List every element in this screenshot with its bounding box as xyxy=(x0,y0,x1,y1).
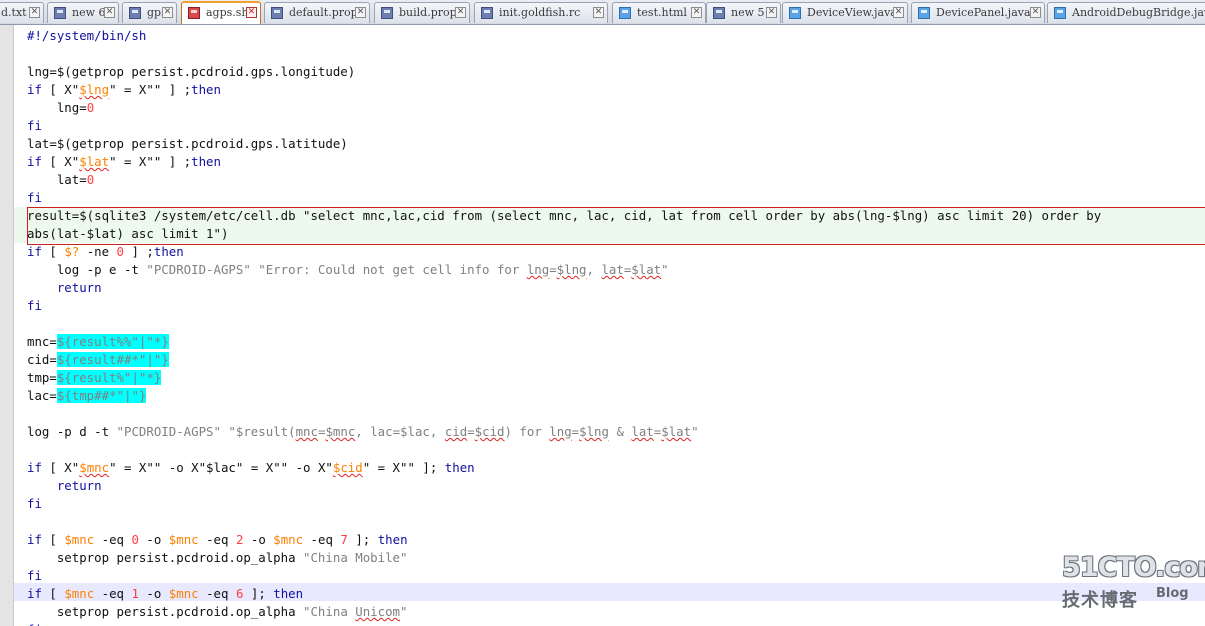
code-line-6: fi xyxy=(27,118,42,133)
code-line-4: if [ X"$lng" = X"" ] ;then xyxy=(27,82,221,97)
code-line-31: if [ $mnc -eq 1 -o $mnc -eq 6 ]; then xyxy=(27,586,304,601)
fold-margin[interactable] xyxy=(0,25,14,626)
code-line-18: cid=${result##*"|"} xyxy=(27,352,169,367)
notepad-icon xyxy=(713,7,725,19)
code-line-12: if [ $? -ne 0 ] ;then xyxy=(27,244,184,259)
tab-label: default.prop xyxy=(289,6,358,19)
close-tab-icon[interactable]: ✕ xyxy=(246,7,257,18)
code-line-19: tmp=${result%"|"*} xyxy=(27,370,162,385)
code-line-30: fi xyxy=(27,568,42,583)
close-tab-icon[interactable]: ✕ xyxy=(766,7,777,18)
code-line-15: fi xyxy=(27,298,42,313)
tab-deviceview-java[interactable]: DeviceView.java ✕ xyxy=(782,2,908,23)
close-tab-icon[interactable]: ✕ xyxy=(893,7,904,18)
code-line-1: #!/system/bin/sh xyxy=(27,28,147,43)
tab-new-5[interactable]: new 5 ✕ xyxy=(706,2,781,23)
tab-label: d.txt xyxy=(1,6,27,19)
notepad-icon xyxy=(481,7,493,19)
tab-androiddebugbridge-java[interactable]: AndroidDebugBridge.java xyxy=(1047,2,1205,23)
document-tab-bar: d.txt ✕ new 6 ✕ gps ✕ agps.sh ✕ default.… xyxy=(0,0,1205,25)
close-tab-icon[interactable]: ✕ xyxy=(691,7,702,18)
code-line-3: lng=$(getprop persist.pcdroid.gps.longit… xyxy=(27,64,356,79)
modified-file-icon xyxy=(188,7,200,19)
code-line-14: return xyxy=(27,280,102,295)
tab-label: test.html xyxy=(637,6,687,19)
tab-gps[interactable]: gps ✕ xyxy=(122,2,177,23)
tab-d-txt[interactable]: d.txt ✕ xyxy=(0,2,44,23)
close-tab-icon[interactable]: ✕ xyxy=(162,7,173,18)
notepad-icon xyxy=(129,7,141,19)
tab-default-prop[interactable]: default.prop ✕ xyxy=(264,2,370,23)
tab-test-html[interactable]: test.html ✕ xyxy=(612,2,706,23)
tab-devicepanel-java[interactable]: DevicePanel.java ✕ xyxy=(911,2,1045,23)
tab-init-goldfish-rc[interactable]: init.goldfish.rc ✕ xyxy=(474,2,608,23)
tab-label: DevicePanel.java xyxy=(936,6,1031,19)
code-line-5: lng=0 xyxy=(56,100,95,115)
tab-new-6[interactable]: new 6 ✕ xyxy=(47,2,119,23)
watermark-blog: Blog xyxy=(1156,586,1189,601)
html-file-icon xyxy=(619,7,631,19)
close-tab-icon[interactable]: ✕ xyxy=(29,7,40,18)
code-line-24: if [ X"$mnc" = X"" -o X"$lac" = X"" -o X… xyxy=(27,460,475,475)
tab-label: new 5 xyxy=(731,6,765,19)
watermark-brand: 51CTO.com xyxy=(1062,552,1205,583)
code-line-8: if [ X"$lat" = X"" ] ;then xyxy=(27,154,221,169)
code-line-33: fi xyxy=(27,621,42,626)
tab-label: agps.sh xyxy=(206,6,249,19)
tab-label: AndroidDebugBridge.java xyxy=(1072,6,1205,19)
annotation-box xyxy=(27,207,1205,245)
code-line-29: setprop persist.pcdroid.op_alpha "China … xyxy=(27,550,408,565)
code-line-9: lat=0 xyxy=(56,172,95,187)
java-file-icon xyxy=(1054,7,1066,19)
code-line-28: if [ $mnc -eq 0 -o $mnc -eq 2 -o $mnc -e… xyxy=(27,532,408,547)
tab-label: build.prop xyxy=(399,6,457,19)
code-line-13: log -p e -t "PCDROID-AGPS" "Error: Could… xyxy=(27,262,669,277)
code-editor[interactable]: #!/system/bin/sh lng=$(getprop persist.p… xyxy=(14,25,1205,626)
code-line-26: fi xyxy=(27,496,42,511)
code-line-32: setprop persist.pcdroid.op_alpha "China … xyxy=(27,604,408,619)
tab-agps-sh[interactable]: agps.sh ✕ xyxy=(181,1,261,24)
code-line-20: lac=${tmp##*"|"} xyxy=(27,388,147,403)
code-line-25: return xyxy=(27,478,102,493)
close-tab-icon[interactable]: ✕ xyxy=(455,7,466,18)
tab-label: DeviceView.java xyxy=(807,6,897,19)
java-file-icon xyxy=(789,7,801,19)
watermark: 51CTO.com 技术博客 Blog xyxy=(1062,552,1205,612)
tab-build-prop[interactable]: build.prop ✕ xyxy=(374,2,470,23)
notepad-icon xyxy=(381,7,393,19)
code-line-10: fi xyxy=(27,190,42,205)
code-line-17: mnc=${result%%"|"*} xyxy=(27,334,169,349)
close-tab-icon[interactable]: ✕ xyxy=(593,7,604,18)
watermark-cn: 技术博客 xyxy=(1062,590,1138,611)
close-tab-icon[interactable]: ✕ xyxy=(355,7,366,18)
close-tab-icon[interactable]: ✕ xyxy=(1030,7,1041,18)
tab-label: init.goldfish.rc xyxy=(499,6,581,19)
java-file-icon xyxy=(918,7,930,19)
notepad-icon xyxy=(54,7,66,19)
code-line-7: lat=$(getprop persist.pcdroid.gps.latitu… xyxy=(27,136,348,151)
close-tab-icon[interactable]: ✕ xyxy=(104,7,115,18)
notepad-icon xyxy=(271,7,283,19)
code-line-22: log -p d -t "PCDROID-AGPS" "$result(mnc=… xyxy=(27,424,699,439)
tab-label: new 6 xyxy=(72,6,106,19)
